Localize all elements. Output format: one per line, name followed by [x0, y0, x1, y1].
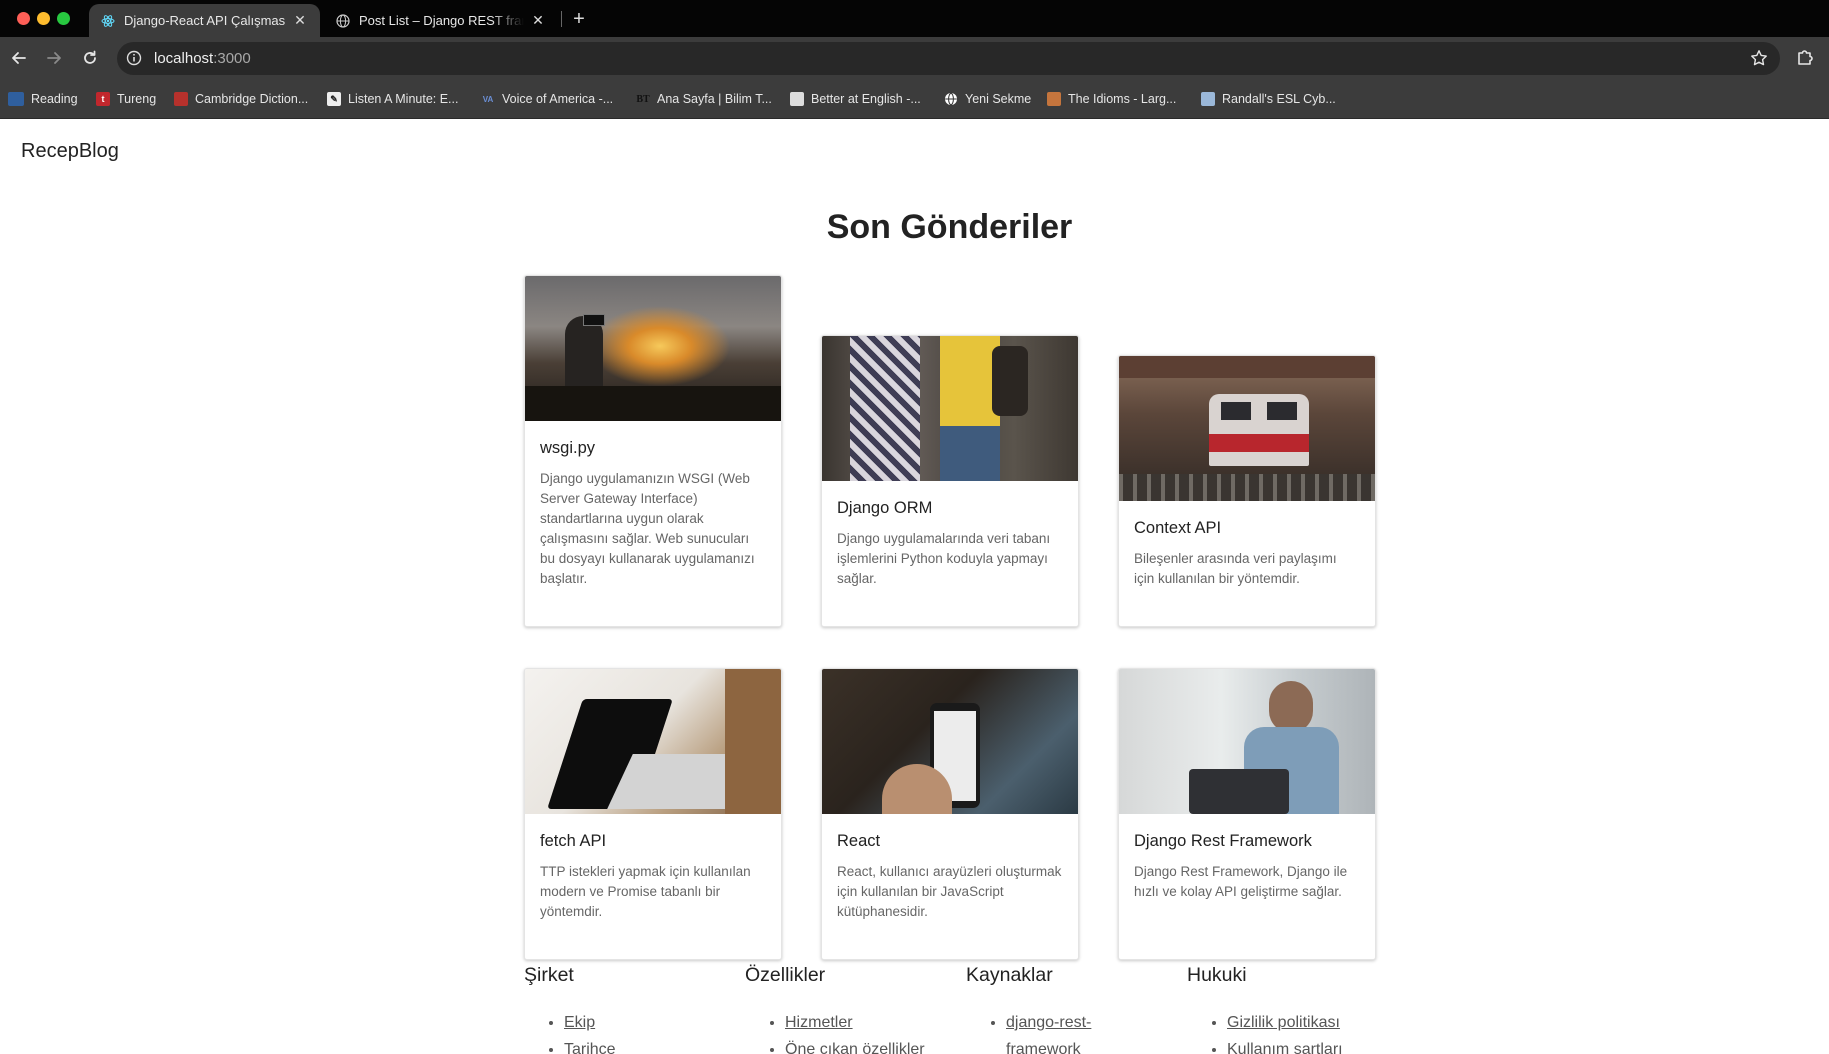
- bookmark-label: The Idioms - Larg...: [1068, 92, 1177, 106]
- bookmark-better-english[interactable]: Better at English -...: [790, 90, 921, 108]
- post-title: fetch API: [540, 832, 607, 850]
- post-image-train: [1119, 356, 1375, 501]
- post-description: TTP istekleri yapmak için kullanılan mod…: [540, 864, 751, 919]
- footer-heading: Kaynaklar: [966, 964, 1053, 986]
- footer-link-ekip[interactable]: Ekip: [564, 1014, 595, 1031]
- post-title: Django Rest Framework: [1134, 832, 1312, 850]
- bookmark-randalls[interactable]: Randall's ESL Cyb...: [1201, 90, 1336, 108]
- footer-link-kullanim[interactable]: Kullanım şartları: [1227, 1041, 1343, 1054]
- listen-icon: ✎: [327, 92, 341, 106]
- footer-column-hukuki: Hukuki Gizlilik politikası Kullanım şart…: [1187, 964, 1387, 1054]
- post-card[interactable]: fetch API TTP istekleri yapmak için kull…: [524, 668, 782, 960]
- post-card[interactable]: wsgi.py Django uygulamanızın WSGI (Web S…: [524, 275, 782, 627]
- bookmark-label: Yeni Sekme: [965, 92, 1032, 106]
- post-title: React: [837, 832, 881, 850]
- bookmark-label: Better at English -...: [811, 92, 921, 106]
- url-text[interactable]: localhost:3000: [154, 50, 251, 67]
- reload-icon[interactable]: [79, 47, 101, 69]
- bookmark-label: Voice of America -...: [502, 92, 614, 106]
- cambridge-icon: [174, 92, 188, 106]
- tab-post-list[interactable]: Post List – Django REST framework ✕: [324, 4, 558, 37]
- post-description: Django uygulamanızın WSGI (Web Server Ga…: [540, 471, 755, 586]
- footer-heading: Hukuki: [1187, 964, 1247, 986]
- forward-arrow-icon[interactable]: [43, 47, 65, 69]
- footer-link-hizmetler[interactable]: Hizmetler: [785, 1014, 853, 1031]
- site-brand[interactable]: RecepBlog: [21, 140, 119, 163]
- idioms-icon: [1047, 92, 1061, 106]
- address-bar[interactable]: localhost:3000: [117, 42, 1780, 75]
- close-window-button[interactable]: [17, 12, 30, 25]
- bookmark-label: Tureng: [117, 92, 157, 106]
- post-card[interactable]: Django Rest Framework Django Rest Framew…: [1118, 668, 1376, 960]
- close-tab-icon[interactable]: ✕: [530, 12, 546, 29]
- tab-divider: [561, 11, 562, 27]
- randalls-icon: [1201, 92, 1215, 106]
- extensions-puzzle-icon[interactable]: [1795, 47, 1815, 67]
- footer-heading: Şirket: [524, 964, 574, 986]
- close-tab-icon[interactable]: ✕: [292, 12, 308, 29]
- bookmark-label: Listen A Minute: E...: [348, 92, 459, 106]
- browser-toolbar: localhost:3000: [0, 37, 1829, 80]
- tab-django-react[interactable]: Django-React API Çalışması ✕: [89, 4, 320, 37]
- post-description: React, kullanıcı arayüzleri oluşturmak i…: [837, 864, 1062, 919]
- footer-heading: Özellikler: [745, 964, 826, 986]
- url-port: :3000: [213, 50, 251, 67]
- bilim-icon: BT: [636, 93, 650, 105]
- better-english-icon: [790, 92, 804, 106]
- bookmark-label: Randall's ESL Cyb...: [1222, 92, 1336, 106]
- post-description: Django Rest Framework, Django ile hızlı …: [1134, 864, 1348, 899]
- maximize-window-button[interactable]: [57, 12, 70, 25]
- bookmarks-bar: Reading t Tureng Cambridge Diction... ✎ …: [0, 80, 1829, 119]
- post-card[interactable]: Context API Bileşenler arasında veri pay…: [1118, 355, 1376, 627]
- tab-title: Post List – Django REST framework: [359, 13, 524, 28]
- post-image-people: [822, 336, 1078, 481]
- footer-link-one-cikan[interactable]: Öne çıkan özellikler: [785, 1041, 925, 1054]
- minimize-window-button[interactable]: [37, 12, 50, 25]
- tureng-icon: t: [96, 92, 110, 106]
- browser-tab-bar: Django-React API Çalışması ✕ Post List –…: [0, 0, 1829, 37]
- bookmark-star-icon[interactable]: [1750, 49, 1768, 67]
- post-image-fountain: [525, 276, 781, 421]
- back-arrow-icon[interactable]: [8, 47, 30, 69]
- bookmark-yeni-sekme[interactable]: Yeni Sekme: [944, 90, 1031, 108]
- bookmark-tureng[interactable]: t Tureng: [96, 90, 156, 108]
- bookmark-label: Ana Sayfa | Bilim T...: [657, 92, 772, 106]
- bookmark-label: Reading: [31, 92, 78, 106]
- post-image-phone: [822, 669, 1078, 814]
- post-title: Context API: [1134, 519, 1222, 537]
- bookmark-cambridge[interactable]: Cambridge Diction...: [174, 90, 308, 108]
- react-icon: [101, 14, 115, 28]
- post-description: Django uygulamalarında veri tabanı işlem…: [837, 531, 1051, 586]
- footer-link-drf[interactable]: django-rest-framework: [1006, 1014, 1091, 1054]
- footer-link-tarihce[interactable]: Tarihçe: [564, 1041, 616, 1054]
- footer-column-kaynaklar: Kaynaklar django-rest-framework: [966, 964, 1116, 1054]
- globe-icon: [336, 13, 350, 28]
- bookmark-voa[interactable]: VA Voice of America -...: [481, 90, 613, 108]
- bookmark-bilim[interactable]: BT Ana Sayfa | Bilim T...: [636, 90, 772, 108]
- bookmark-reading[interactable]: Reading: [8, 90, 78, 108]
- post-image-laptop: [525, 669, 781, 814]
- tab-title: Django-React API Çalışması: [124, 13, 286, 28]
- post-card[interactable]: Django ORM Django uygulamalarında veri t…: [821, 335, 1079, 627]
- new-tab-button[interactable]: +: [568, 8, 590, 30]
- footer-column-ozellikler: Özellikler Hizmetler Öne çıkan özellikle…: [745, 964, 945, 1054]
- bookmark-listen-a-minute[interactable]: ✎ Listen A Minute: E...: [327, 90, 458, 108]
- post-description: Bileşenler arasında veri paylaşımı için …: [1134, 551, 1337, 586]
- post-title: wsgi.py: [540, 439, 596, 457]
- page-title: Son Gönderiler: [826, 208, 1073, 246]
- site-info-icon[interactable]: [126, 50, 142, 66]
- bookmark-label: Cambridge Diction...: [195, 92, 309, 106]
- voa-icon: VA: [482, 94, 494, 104]
- globe-icon: [944, 92, 958, 106]
- bookmark-idioms[interactable]: The Idioms - Larg...: [1047, 90, 1176, 108]
- post-card[interactable]: React React, kullanıcı arayüzleri oluştu…: [821, 668, 1079, 960]
- footer-column-sirket: Şirket Ekip Tarihçe: [524, 964, 724, 1054]
- page-content: RecepBlog Son Gönderiler wsgi.py Django …: [0, 120, 1829, 1054]
- reading-icon: [8, 92, 24, 106]
- url-host: localhost: [154, 50, 214, 67]
- footer-link-gizlilik[interactable]: Gizlilik politikası: [1227, 1014, 1340, 1031]
- post-image-man-phone: [1119, 669, 1375, 814]
- post-title: Django ORM: [837, 499, 933, 517]
